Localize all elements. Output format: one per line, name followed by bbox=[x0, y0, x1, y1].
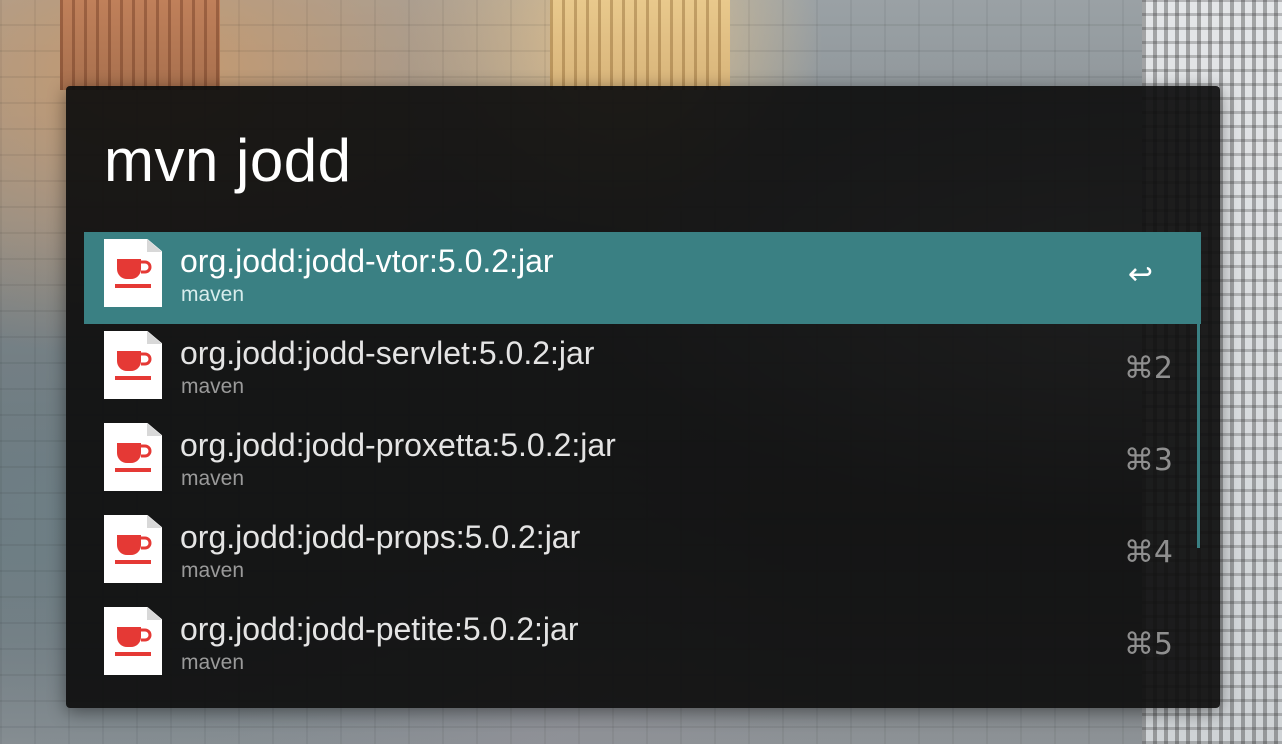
result-subtitle: maven bbox=[181, 375, 245, 398]
return-key-icon: ↩ bbox=[1127, 257, 1153, 292]
result-row[interactable]: org.jodd:jodd-props:5.0.2:jar maven ⌘4 bbox=[84, 508, 1201, 600]
background-building bbox=[550, 0, 730, 90]
keyboard-shortcut: ⌘4 bbox=[1123, 535, 1173, 570]
java-jar-icon bbox=[104, 239, 162, 307]
java-jar-icon bbox=[104, 607, 162, 675]
result-row[interactable]: org.jodd:jodd-vtor:5.0.2:jar maven ↩ bbox=[84, 232, 1201, 324]
result-subtitle: maven bbox=[181, 559, 245, 582]
result-row[interactable]: org.jodd:jodd-petite:5.0.2:jar maven ⌘5 bbox=[84, 600, 1201, 692]
results-list: org.jodd:jodd-vtor:5.0.2:jar maven ↩ org… bbox=[84, 232, 1201, 692]
result-title: org.jodd:jodd-proxetta:5.0.2:jar bbox=[180, 427, 616, 463]
result-title: org.jodd:jodd-petite:5.0.2:jar bbox=[180, 611, 579, 647]
result-title: org.jodd:jodd-vtor:5.0.2:jar bbox=[180, 243, 554, 279]
result-title: org.jodd:jodd-servlet:5.0.2:jar bbox=[180, 335, 595, 371]
result-subtitle: maven bbox=[181, 467, 245, 490]
java-jar-icon bbox=[104, 515, 162, 583]
search-input[interactable] bbox=[104, 124, 1184, 198]
java-jar-icon bbox=[104, 331, 162, 399]
result-row[interactable]: org.jodd:jodd-proxetta:5.0.2:jar maven ⌘… bbox=[84, 416, 1201, 508]
launcher-window: org.jodd:jodd-vtor:5.0.2:jar maven ↩ org… bbox=[66, 86, 1220, 708]
keyboard-shortcut: ⌘3 bbox=[1123, 443, 1173, 478]
keyboard-shortcut: ⌘2 bbox=[1123, 351, 1173, 386]
result-subtitle: maven bbox=[181, 651, 245, 674]
scrollbar[interactable] bbox=[1197, 324, 1200, 548]
result-title: org.jodd:jodd-props:5.0.2:jar bbox=[180, 519, 581, 555]
result-subtitle: maven bbox=[181, 283, 245, 306]
keyboard-shortcut: ⌘5 bbox=[1123, 627, 1173, 662]
background-building bbox=[60, 0, 220, 90]
result-row[interactable]: org.jodd:jodd-servlet:5.0.2:jar maven ⌘2 bbox=[84, 324, 1201, 416]
java-jar-icon bbox=[104, 423, 162, 491]
